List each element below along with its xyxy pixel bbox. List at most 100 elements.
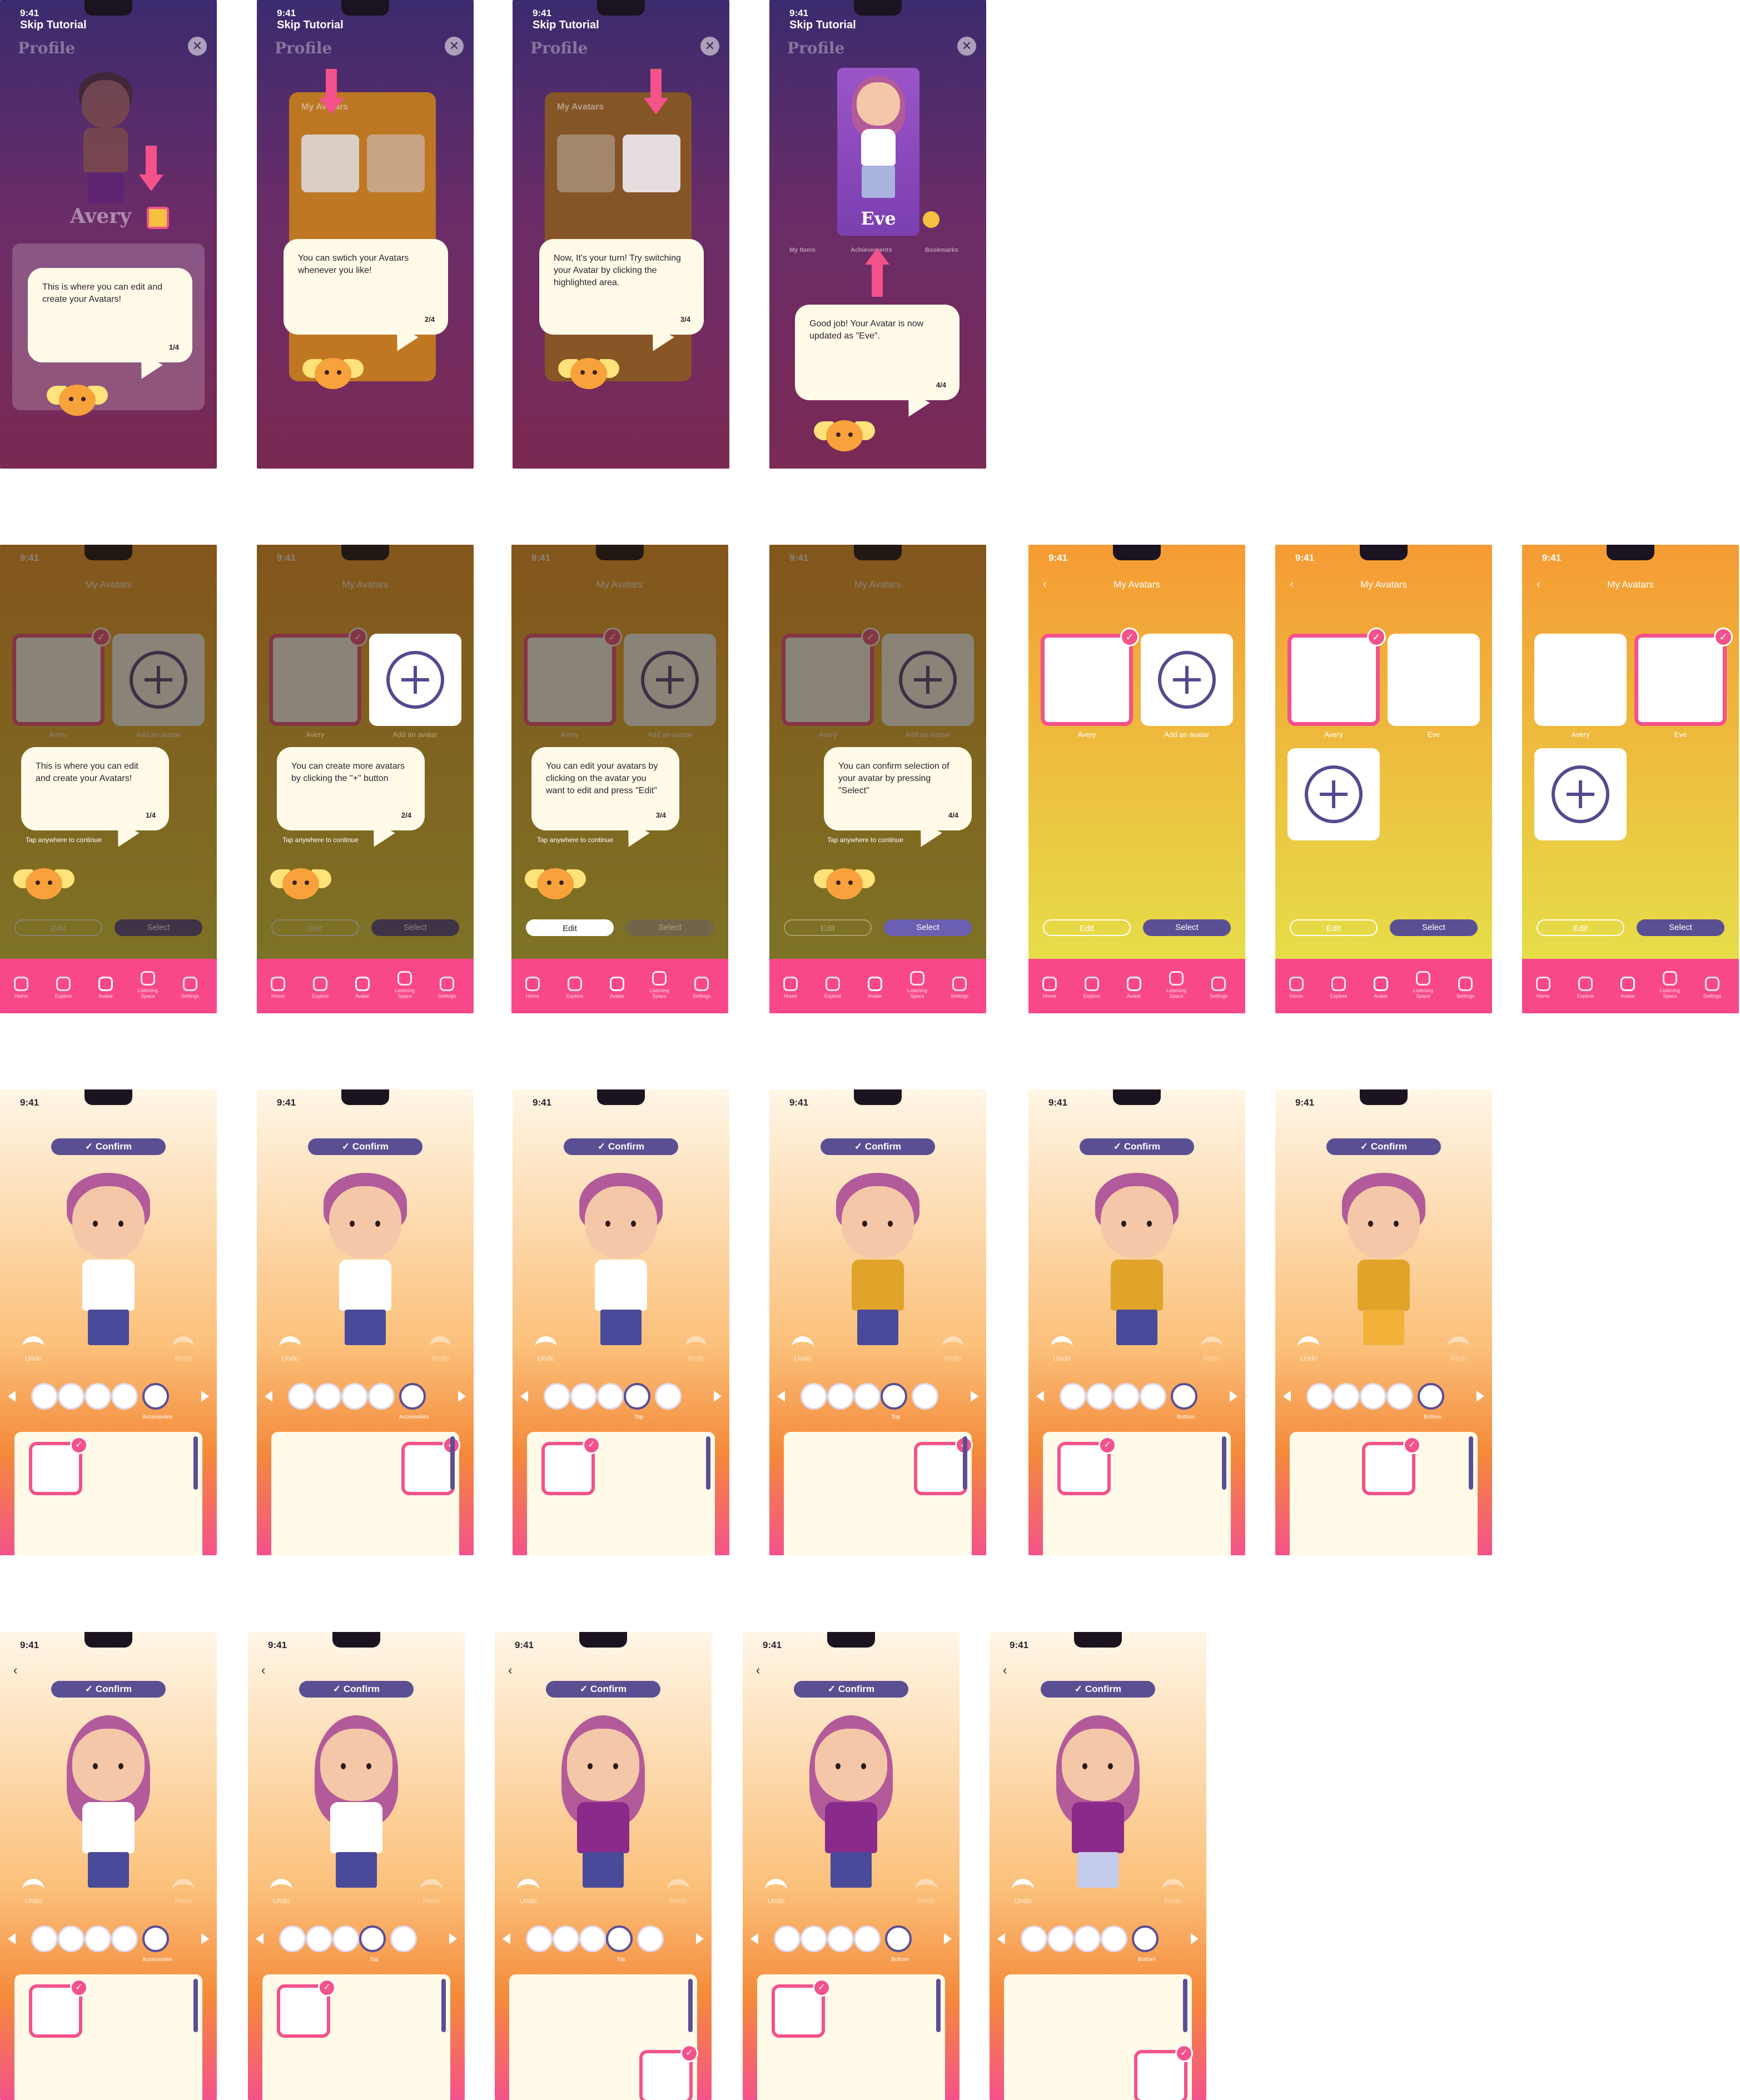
wardrobe-item[interactable]: ✓ [772, 1979, 831, 2038]
wardrobe-item[interactable] [798, 1507, 852, 1555]
confirm-button[interactable]: ✓ Confirm [1326, 1138, 1441, 1155]
edit-button[interactable]: Edit [1537, 919, 1624, 936]
add-avatar-card[interactable] [1534, 748, 1627, 840]
wardrobe-item[interactable] [145, 1507, 198, 1555]
wardrobe-item[interactable] [277, 2050, 330, 2100]
category-0-icon[interactable] [774, 1925, 801, 1952]
skip-tutorial-link[interactable]: Skip Tutorial [789, 19, 856, 32]
confirm-button[interactable]: ✓ Confirm [299, 1681, 414, 1698]
back-icon[interactable]: ‹ [261, 1663, 265, 1678]
next-category-icon[interactable] [1476, 1391, 1484, 1402]
category-0-icon[interactable] [801, 1383, 827, 1410]
tab-settings[interactable]: Settings [436, 977, 458, 999]
tab-home[interactable]: Home [267, 977, 289, 999]
tab-avatar[interactable]: Avatar [1370, 977, 1392, 999]
redo-button[interactable]: Redo [1162, 1879, 1184, 1905]
select-button[interactable]: Select [1637, 919, 1724, 936]
category-1-icon[interactable] [570, 1383, 597, 1410]
edit-button[interactable]: Edit [1043, 919, 1131, 936]
category-3-icon[interactable] [111, 1925, 138, 1952]
edit-name-button[interactable] [147, 207, 169, 229]
avatar-card-avery[interactable]: ✓ [1287, 628, 1386, 726]
tab-listening-space[interactable]: Listening Space [1165, 971, 1187, 999]
prev-category-icon[interactable] [256, 1933, 264, 1944]
tab-settings[interactable]: Settings [1207, 977, 1230, 999]
wardrobe-item[interactable] [1018, 1984, 1072, 2038]
tab-home[interactable]: Home [521, 977, 544, 999]
next-category-icon[interactable] [1230, 1391, 1237, 1402]
wardrobe-item[interactable]: ✓ [29, 1979, 88, 2038]
confirm-button[interactable]: ✓ Confirm [546, 1681, 660, 1698]
wardrobe-item[interactable] [856, 1507, 909, 1555]
tab-explore[interactable]: Explore [822, 977, 844, 999]
tab-explore[interactable]: Explore [1081, 977, 1103, 999]
wardrobe-item[interactable] [145, 2050, 198, 2100]
wardrobe-item[interactable] [639, 1984, 693, 2038]
wardrobe-item[interactable] [1362, 1507, 1415, 1555]
category-0-icon[interactable] [31, 1925, 58, 1952]
category-3-icon[interactable] [1101, 1925, 1127, 1952]
skip-tutorial-link[interactable]: Skip Tutorial [277, 19, 344, 32]
wardrobe-item[interactable] [1115, 1507, 1169, 1555]
next-category-icon[interactable] [696, 1933, 704, 1944]
avatar-card-avery[interactable] [1534, 634, 1627, 726]
category-0-icon[interactable] [544, 1383, 570, 1410]
wardrobe-item[interactable] [581, 2050, 635, 2100]
category-2-icon[interactable] [579, 1925, 606, 1952]
category-4-icon[interactable] [390, 1925, 417, 1952]
add-avatar-card[interactable] [1287, 748, 1380, 840]
confirm-button[interactable]: ✓ Confirm [51, 1138, 166, 1155]
redo-button[interactable]: Redo [172, 1879, 195, 1905]
avatar-card-avery[interactable] [557, 135, 615, 192]
wardrobe-item[interactable] [392, 2050, 446, 2100]
category-0-icon[interactable] [526, 1925, 553, 1952]
tab-bookmarks[interactable]: Bookmarks [925, 247, 958, 253]
next-category-icon[interactable] [449, 1933, 457, 1944]
wardrobe-item[interactable] [1057, 1507, 1111, 1555]
tab-settings[interactable]: Settings [1454, 977, 1476, 999]
category-2-icon[interactable] [1074, 1925, 1101, 1952]
wardrobe-item[interactable] [87, 1442, 140, 1495]
wardrobe-item[interactable] [29, 2050, 82, 2100]
category-4-icon[interactable] [399, 1383, 426, 1410]
redo-button[interactable]: Redo [172, 1336, 195, 1362]
tab-home[interactable]: Home [1285, 977, 1308, 999]
scrollbar[interactable] [1469, 1436, 1473, 1490]
wardrobe-item[interactable] [87, 1507, 140, 1555]
wardrobe-item[interactable] [772, 2050, 825, 2100]
wardrobe-item[interactable]: ✓ [541, 1436, 600, 1495]
edit-button[interactable]: Edit [1290, 919, 1378, 936]
category-2-icon[interactable] [597, 1383, 624, 1410]
select-button[interactable]: Select [1390, 919, 1478, 936]
back-icon[interactable]: ‹ [508, 1663, 512, 1678]
wardrobe-item[interactable] [335, 2050, 388, 2100]
category-2-icon[interactable] [1113, 1383, 1140, 1410]
wardrobe-item[interactable] [286, 1442, 339, 1495]
scrollbar[interactable] [441, 1979, 446, 2032]
category-3-icon[interactable] [606, 1925, 633, 1952]
next-category-icon[interactable] [201, 1391, 209, 1402]
tab-avatar[interactable]: Avatar [864, 977, 886, 999]
wardrobe-item[interactable] [87, 1984, 140, 2038]
category-0-icon[interactable] [288, 1383, 315, 1410]
undo-button[interactable]: Undo [1297, 1336, 1320, 1362]
close-icon[interactable]: ✕ [957, 37, 976, 56]
tab-my-items[interactable]: My Items [789, 247, 816, 253]
close-icon[interactable]: ✕ [445, 37, 464, 56]
tab-home[interactable]: Home [1532, 977, 1554, 999]
wardrobe-item[interactable] [887, 2050, 941, 2100]
confirm-button[interactable]: ✓ Confirm [564, 1138, 678, 1155]
wardrobe-item[interactable]: ✓ [914, 1436, 973, 1495]
wardrobe-item[interactable] [1420, 1507, 1473, 1555]
prev-category-icon[interactable] [265, 1391, 272, 1402]
category-0-icon[interactable] [1021, 1925, 1047, 1952]
category-4-icon[interactable] [637, 1925, 664, 1952]
scrollbar[interactable] [193, 1979, 198, 2032]
select-button[interactable]: Select [626, 919, 714, 936]
wardrobe-item[interactable] [1018, 2050, 1072, 2100]
category-2-icon[interactable] [341, 1383, 368, 1410]
category-1-icon[interactable] [1047, 1925, 1074, 1952]
scrollbar[interactable] [193, 1436, 198, 1490]
scrollbar[interactable] [688, 1979, 693, 2032]
avatar-card-eve[interactable]: ✓ [1634, 628, 1733, 726]
